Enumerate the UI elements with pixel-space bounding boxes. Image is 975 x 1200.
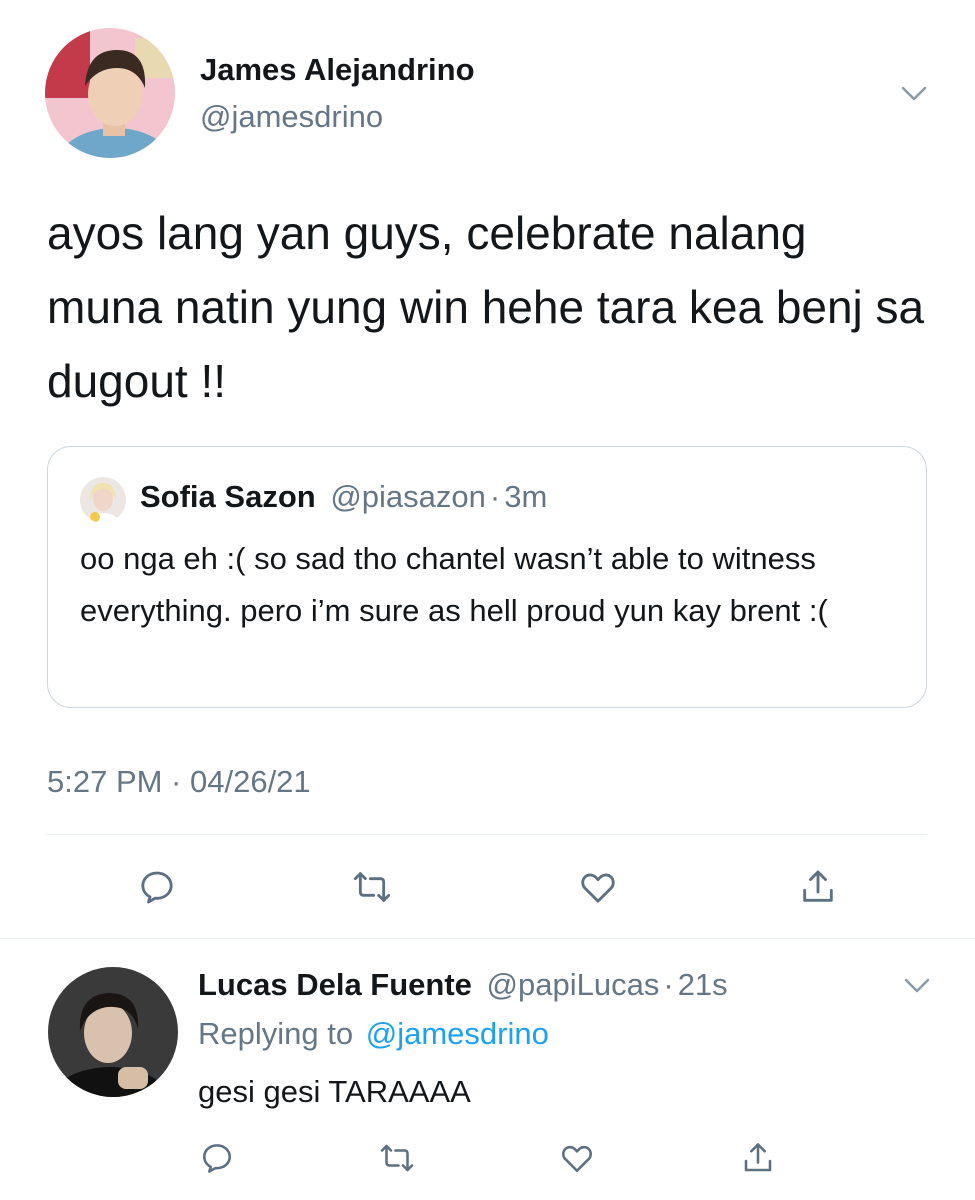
retweet-button[interactable] <box>350 865 394 909</box>
retweet-icon <box>380 1144 414 1172</box>
author-avatar[interactable] <box>45 28 175 158</box>
retweet-icon <box>353 872 391 902</box>
section-divider <box>0 938 975 939</box>
reply-button[interactable] <box>195 1136 239 1180</box>
like-button[interactable] <box>576 865 620 909</box>
quoted-text: oo nga eh :( so sad tho chantel wasn’t a… <box>80 541 828 628</box>
chevron-down-icon[interactable] <box>900 84 928 104</box>
share-button[interactable] <box>736 1136 780 1180</box>
reply-text: gesi gesi TARAAAA <box>198 1074 471 1109</box>
reply-button[interactable] <box>135 865 179 909</box>
reply-separator: · <box>663 967 674 1002</box>
reply-avatar[interactable] <box>48 967 178 1097</box>
like-icon <box>581 873 615 903</box>
tweet-text: ayos lang yan guys, celebrate nalang mun… <box>47 207 925 407</box>
share-button[interactable] <box>796 865 840 909</box>
quoted-separator: · <box>489 479 501 514</box>
retweet-button[interactable] <box>375 1136 419 1180</box>
reply-author-handle[interactable]: @papiLucas <box>487 967 660 1002</box>
quoted-time: 3m <box>504 479 548 514</box>
reply-author-name[interactable]: Lucas Dela Fuente <box>198 967 472 1002</box>
reply-time[interactable]: 21s <box>678 967 728 1002</box>
replying-to-link[interactable]: @jamesdrino <box>366 1016 549 1051</box>
author-handle[interactable]: @jamesdrino <box>200 99 383 135</box>
quoted-author-name: Sofia Sazon <box>140 479 316 514</box>
share-icon <box>803 870 833 902</box>
like-button[interactable] <box>555 1136 599 1180</box>
author-name[interactable]: James Alejandrino <box>200 52 475 88</box>
share-icon <box>744 1143 772 1172</box>
chevron-down-icon[interactable] <box>903 976 931 996</box>
quoted-author-handle: @piasazon <box>330 479 486 514</box>
reply-icon <box>202 1144 232 1173</box>
divider <box>47 834 927 835</box>
quoted-avatar <box>80 477 126 523</box>
replying-to-label: Replying to <box>198 1016 354 1051</box>
reply-icon <box>141 871 173 904</box>
tweet-timestamp[interactable]: 5:27 PM · 04/26/21 <box>47 764 311 800</box>
quoted-tweet-card[interactable]: Sofia Sazon @piasazon · 3m oo nga eh :( so… <box>47 446 927 708</box>
like-icon <box>562 1145 592 1173</box>
